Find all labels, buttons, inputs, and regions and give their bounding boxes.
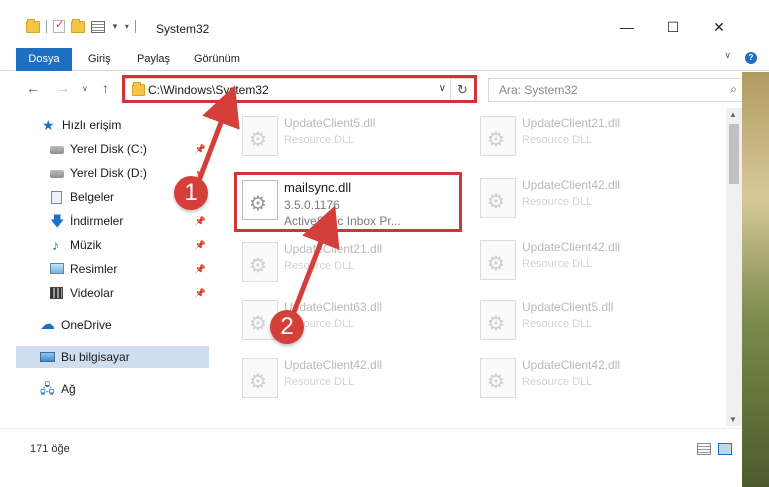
callout-1: 1 — [174, 176, 208, 210]
arrow-to-file — [291, 205, 340, 315]
callout-2: 2 — [270, 310, 304, 344]
annotation-arrows — [197, 85, 340, 315]
arrow-to-address-bar — [197, 85, 240, 181]
